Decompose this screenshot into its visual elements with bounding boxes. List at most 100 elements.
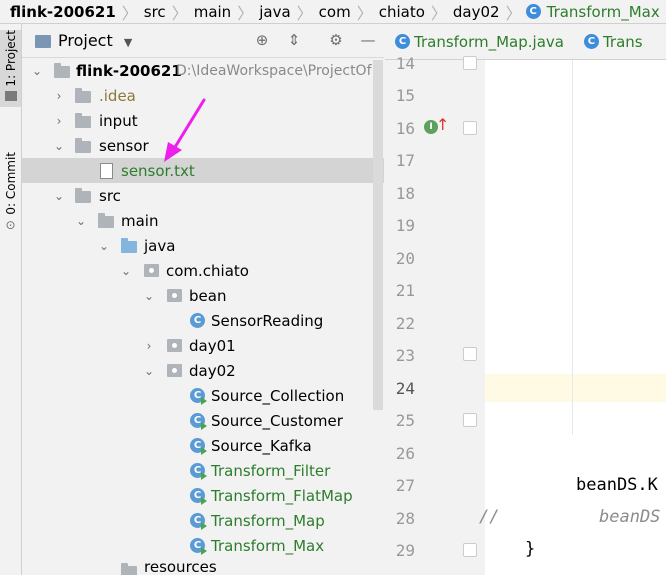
tree-item-transform-flatmap[interactable]: C Transform_FlatMap <box>22 483 384 508</box>
breadcrumb-separator: 〉 <box>430 3 447 23</box>
fold-marker-icon[interactable] <box>463 56 477 70</box>
fold-marker-icon[interactable] <box>463 347 477 361</box>
commit-icon: ⊙ <box>5 217 16 232</box>
module-folder-icon <box>54 63 70 78</box>
line-number: 17 <box>395 151 415 170</box>
breadcrumb-separator: 〉 <box>662 0 666 23</box>
breadcrumb-transform-max[interactable]: C Transform_Max <box>525 0 662 23</box>
tree-item-java[interactable]: ⌄ java <box>22 233 384 258</box>
class-icon: C <box>525 4 541 19</box>
hide-icon[interactable]: — <box>358 30 378 50</box>
tree-item-main[interactable]: ⌄ main <box>22 208 384 233</box>
breadcrumb-separator: 〉 <box>356 3 373 23</box>
tree-item-src[interactable]: ⌄ src <box>22 183 384 208</box>
breadcrumb-com[interactable]: com <box>317 0 353 23</box>
breadcrumb-separator: 〉 <box>237 3 254 23</box>
folder-icon <box>75 113 91 128</box>
chevron-down-icon: ⌄ <box>31 63 43 78</box>
line-number: 23 <box>395 346 415 365</box>
breadcrumb-java[interactable]: java <box>257 0 292 23</box>
line-number: 28 <box>395 509 415 528</box>
folder-icon <box>4 90 17 101</box>
chevron-down-icon: ⌄ <box>120 263 132 278</box>
commit-tool-button[interactable]: 0: Commit ⊙ <box>0 152 21 232</box>
project-panel-header: Project ▼ ⊕ ⇕ ⚙ — <box>22 24 384 58</box>
code-line-29: } <box>525 539 536 559</box>
package-icon <box>167 289 182 302</box>
fold-marker-icon[interactable] <box>463 121 477 135</box>
run-icon <box>201 397 207 405</box>
breadcrumb-separator: 〉 <box>121 3 138 23</box>
line-number: 22 <box>395 314 415 333</box>
line-number: 18 <box>395 184 415 203</box>
breadcrumb: flink-200621 〉 src 〉 main 〉 java 〉 com 〉… <box>0 0 666 24</box>
tree-item-transform-filter[interactable]: C Transform_Filter <box>22 458 384 483</box>
breadcrumb-src[interactable]: src <box>142 0 168 23</box>
folder-icon <box>75 138 91 153</box>
chevron-right-icon: › <box>146 338 152 353</box>
tree-item-sensorreading[interactable]: C SensorReading <box>22 308 384 333</box>
code-line-28-comment: beanDS <box>599 507 661 527</box>
resources-folder-icon <box>121 563 137 575</box>
chevron-down-icon: ⌄ <box>98 238 110 253</box>
tree-item-day01[interactable]: › day01 <box>22 333 384 358</box>
indent-guide <box>572 60 573 435</box>
line-number: 15 <box>395 86 415 105</box>
project-view-icon <box>35 35 51 48</box>
code-line-28-comment-marker: // <box>479 507 500 527</box>
line-number: 29 <box>395 541 415 560</box>
tree-item-project-root[interactable]: ⌄ flink-200621 D:\IdeaWorkspace\ProjectO… <box>22 58 384 83</box>
run-icon <box>201 547 207 555</box>
class-icon: C <box>395 34 410 49</box>
locate-icon[interactable]: ⊕ <box>252 30 272 50</box>
run-icon <box>201 522 207 530</box>
package-icon <box>167 364 182 377</box>
tree-item-transform-max[interactable]: C Transform_Max <box>22 533 384 558</box>
chevron-down-icon: ⌄ <box>75 213 87 228</box>
tool-window-strip: 1: Project 0: Commit ⊙ <box>0 24 22 575</box>
folder-icon <box>75 188 91 203</box>
chevron-down-icon: ⌄ <box>143 288 155 303</box>
run-icon <box>201 472 207 480</box>
chevron-down-icon: ⌄ <box>53 188 65 203</box>
panel-scrollbar[interactable] <box>373 60 383 410</box>
text-file-icon <box>100 163 113 179</box>
line-number: 26 <box>395 444 415 463</box>
tree-item-day02[interactable]: ⌄ day02 <box>22 358 384 383</box>
editor-tabs: C Transform_Map.java C Trans <box>385 24 666 60</box>
tab-transform[interactable]: C Trans <box>574 24 653 59</box>
breadcrumb-project[interactable]: flink-200621 <box>0 0 118 23</box>
code-line-27: beanDS.K <box>576 475 658 495</box>
chevron-down-icon: ⌄ <box>53 138 65 153</box>
folder-icon <box>98 213 114 228</box>
breadcrumb-chiato[interactable]: chiato <box>377 0 427 23</box>
chevron-right-icon: › <box>56 88 62 103</box>
tree-item-transform-map[interactable]: C Transform_Map <box>22 508 384 533</box>
breadcrumb-day02[interactable]: day02 <box>451 0 502 23</box>
line-number: 14 <box>395 54 415 73</box>
tree-item-bean[interactable]: ⌄ bean <box>22 283 384 308</box>
breadcrumb-separator: 〉 <box>505 3 522 23</box>
chevron-down-icon: ⌄ <box>143 363 155 378</box>
fold-marker-icon[interactable] <box>463 543 477 557</box>
project-tool-button[interactable]: 1: Project <box>0 30 21 107</box>
tree-item-source-customer[interactable]: C Source_Customer <box>22 408 384 433</box>
tree-item-package[interactable]: ⌄ com.chiato <box>22 258 384 283</box>
tree-item-source-kafka[interactable]: C Source_Kafka <box>22 433 384 458</box>
fold-marker-icon[interactable] <box>463 413 477 427</box>
package-icon <box>167 339 182 352</box>
collapse-all-icon[interactable]: ⇕ <box>284 30 304 50</box>
line-number: 25 <box>395 411 415 430</box>
tree-item-resources[interactable]: resources <box>22 558 384 575</box>
breadcrumb-main[interactable]: main <box>192 0 233 23</box>
chevron-right-icon: › <box>56 113 62 128</box>
line-number: 21 <box>395 281 415 300</box>
gear-icon[interactable]: ⚙ <box>326 30 346 50</box>
folder-icon <box>75 88 91 103</box>
tree-item-source-collection[interactable]: C Source_Collection <box>22 383 384 408</box>
run-icon <box>201 497 207 505</box>
project-view-selector[interactable]: Project ▼ <box>58 31 132 50</box>
breadcrumb-separator: 〉 <box>296 3 313 23</box>
line-number-current: 24 <box>395 379 415 398</box>
source-folder-icon <box>121 238 137 253</box>
